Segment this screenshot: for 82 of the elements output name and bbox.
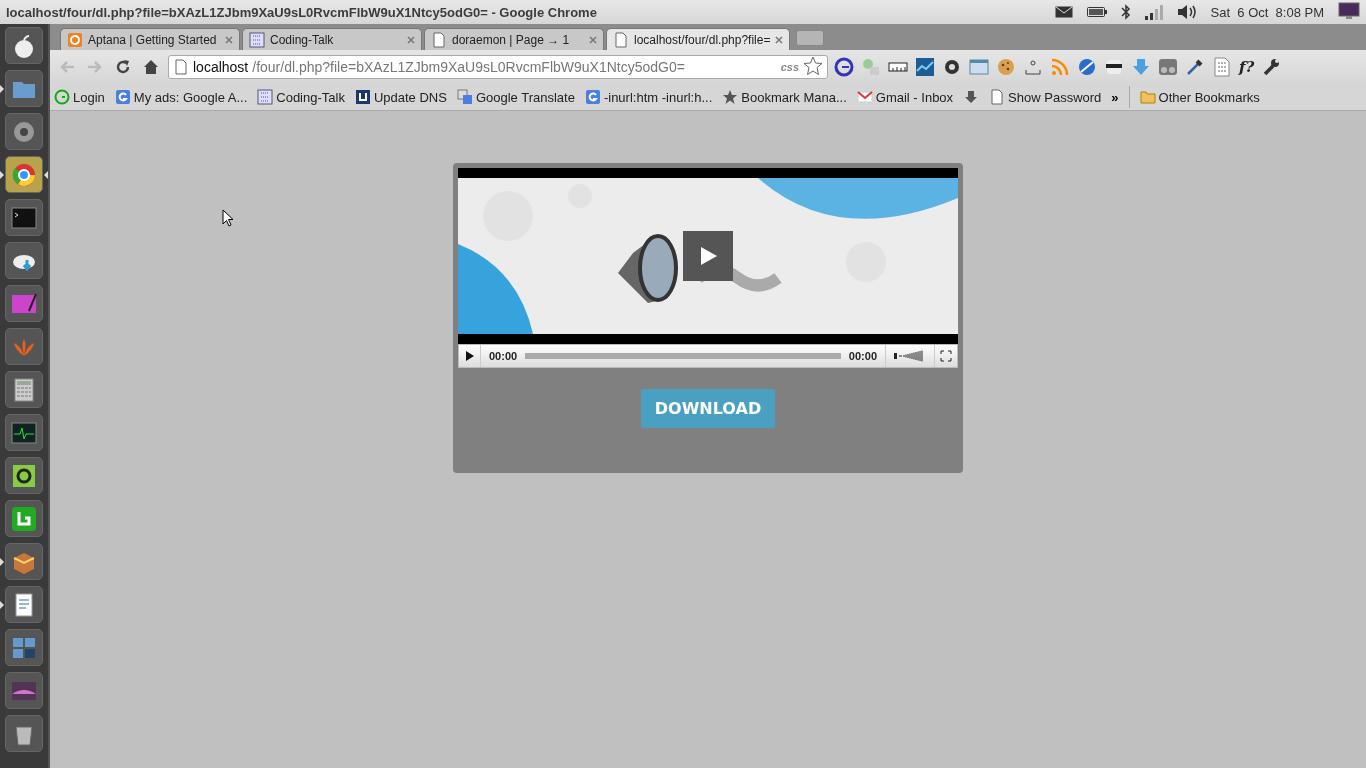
folder-icon xyxy=(1139,89,1156,105)
launcher-item[interactable] xyxy=(5,457,43,494)
launcher-item[interactable] xyxy=(5,672,43,709)
heartbeat-icon xyxy=(11,419,37,446)
star-icon xyxy=(722,89,739,105)
grid-icon xyxy=(249,31,265,48)
browser-icon xyxy=(11,161,37,188)
reload-icon[interactable] xyxy=(114,58,132,76)
page-icon xyxy=(431,31,447,48)
extension-button[interactable]: f? xyxy=(1239,57,1255,77)
envelope-icon xyxy=(856,89,873,105)
bluetooth-icon[interactable] xyxy=(1120,4,1131,20)
browser-tab[interactable]: Aptana | Getting Started xyxy=(60,28,240,50)
play-button[interactable] xyxy=(683,231,733,281)
launcher-item[interactable] xyxy=(5,586,43,623)
launcher-item[interactable] xyxy=(5,371,43,408)
bookmark[interactable]: Login xyxy=(54,89,105,105)
launcher-item[interactable] xyxy=(5,27,43,64)
bookmark[interactable]: My ads: Google A... xyxy=(114,89,248,105)
bookmark[interactable]: Other Bookmarks xyxy=(1139,89,1260,105)
browser-tab[interactable]: doraemon | Page → 1 xyxy=(424,28,604,50)
mouse-pointer-icon xyxy=(222,209,234,227)
eyedropper-icon[interactable] xyxy=(1185,57,1205,77)
globe-icon[interactable] xyxy=(1077,57,1097,77)
window-title: localhost/four/dl.php?file=bXAzL1ZJbm9XaU9sL0RvcmFlbW9uX1Ntcy5odG0= - Google Chrome xyxy=(6,4,598,20)
line-chart-icon[interactable] xyxy=(915,57,935,77)
browser-tab[interactable]: Coding-Talk xyxy=(242,28,422,50)
fullscreen-icon[interactable] xyxy=(940,350,952,362)
circle-logo-icon xyxy=(54,89,70,105)
window-icon[interactable] xyxy=(969,57,989,77)
bookmark[interactable]: Bookmark Mana... xyxy=(722,89,847,105)
page-icon xyxy=(613,31,629,48)
bookmark[interactable]: Gmail - Inbox xyxy=(856,89,954,105)
launcher-item[interactable] xyxy=(5,242,43,279)
bookmark[interactable]: Coding-Talk xyxy=(257,89,345,105)
cookie-icon[interactable] xyxy=(996,57,1016,77)
close-icon[interactable] xyxy=(589,36,597,44)
mail-icon[interactable] xyxy=(1054,6,1073,18)
bookmark[interactable]: Show Password xyxy=(989,89,1102,105)
letter-logo-icon xyxy=(11,505,37,532)
browser-tab[interactable]: localhost/four/dl.php?file= xyxy=(606,28,791,50)
g-letter-icon xyxy=(584,89,601,105)
two-dots-icon[interactable] xyxy=(1158,57,1178,77)
speaker-icon[interactable] xyxy=(1176,4,1197,20)
battery-icon[interactable] xyxy=(1086,6,1107,18)
gear-icon[interactable] xyxy=(942,57,962,77)
bookmark[interactable]: -inurl:htm -inurl:h... xyxy=(584,89,713,105)
page-icon xyxy=(173,59,189,75)
volume-icon[interactable] xyxy=(894,350,926,362)
launcher-item[interactable] xyxy=(5,500,43,537)
duration: 00:00 xyxy=(847,350,878,362)
translate-icon xyxy=(456,89,473,105)
launcher-item[interactable] xyxy=(5,199,43,236)
clock[interactable]: Sat 6 Oct 8:08 PM xyxy=(1210,4,1324,20)
play-icon xyxy=(464,351,475,361)
address-bar[interactable]: localhost /four/dl.php?file=bXAzL1ZJbm9XaU9sL0RvcmFlbW9uX1Ntcy5odG0= css xyxy=(168,55,828,79)
bookmark[interactable]: Update DNS xyxy=(354,89,447,105)
c-letter-icon[interactable] xyxy=(834,57,854,77)
star-icon[interactable] xyxy=(803,56,823,76)
close-icon[interactable] xyxy=(775,36,784,44)
u-letter-icon xyxy=(354,89,371,105)
bookmark[interactable]: Google Translate xyxy=(456,89,575,105)
close-icon[interactable] xyxy=(225,36,233,44)
launcher-item[interactable] xyxy=(5,156,43,193)
monitor-icon[interactable] xyxy=(1338,1,1360,20)
home-icon[interactable] xyxy=(142,58,160,76)
launcher-item[interactable] xyxy=(5,715,43,752)
terminal-icon xyxy=(11,204,37,231)
page-icon xyxy=(989,89,1006,105)
down-arrow-icon[interactable] xyxy=(963,89,980,105)
grid-icon xyxy=(257,89,274,105)
wrench-icon[interactable] xyxy=(1261,57,1282,77)
gear-icon xyxy=(67,31,83,48)
more-bookmarks-button[interactable]: » xyxy=(1111,89,1119,105)
close-icon[interactable] xyxy=(407,36,415,44)
launcher-item[interactable] xyxy=(5,113,43,150)
css-badge[interactable]: css xyxy=(780,61,799,73)
launcher-item[interactable] xyxy=(5,543,43,580)
g-letter-icon xyxy=(114,89,131,105)
signal-icon[interactable] xyxy=(1144,4,1163,20)
current-time: 00:00 xyxy=(488,350,519,362)
calculator-icon xyxy=(11,376,37,403)
